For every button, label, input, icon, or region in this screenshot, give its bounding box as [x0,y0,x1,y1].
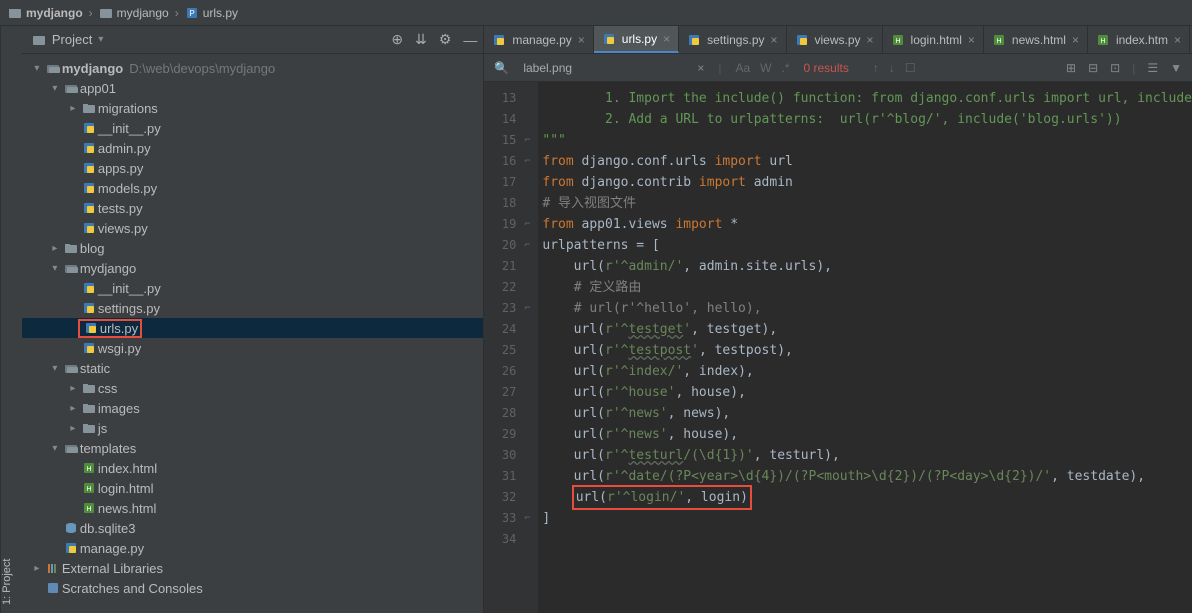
tree-row[interactable]: ▾mydjangoD:\web\devops\mydjango [22,58,484,78]
clear-search-icon[interactable]: × [697,61,704,75]
tree-row[interactable]: ▸migrations [22,98,484,118]
tool-window-stripe[interactable]: 1: Project [0,26,22,613]
tree-row[interactable]: settings.py [22,298,484,318]
select-all-icon[interactable]: ☐ [905,61,916,75]
breadcrumb-item[interactable]: mydjango [8,6,83,20]
close-icon[interactable]: × [1072,33,1079,47]
tree-row[interactable]: ▸blog [22,238,484,258]
gear-icon[interactable]: ⚙ [439,31,452,48]
search-input[interactable]: label.png [523,61,683,75]
fold-gutter[interactable]: ⌐⌐ ⌐⌐ ⌐ ⌐ [524,82,538,613]
hide-icon[interactable]: — [463,32,477,48]
tree-row[interactable]: wsgi.py [22,338,484,358]
tree-row[interactable]: Hindex.html [22,458,484,478]
editor-area: manage.py×urls.py×settings.py×views.py×H… [484,26,1192,613]
tree-row[interactable]: ▾templates [22,438,484,458]
tree-row[interactable]: ▸css [22,378,484,398]
svg-text:H: H [86,506,91,513]
editor-tab[interactable]: views.py× [787,26,883,53]
code-editor[interactable]: 1314151617181920212223242526272829303132… [484,82,1192,613]
editor-tab[interactable]: Hnews.html× [984,26,1088,53]
editor-tabs: manage.py×urls.py×settings.py×views.py×H… [484,26,1192,54]
tree-row[interactable]: ▸External Libraries [22,558,484,578]
tree-row[interactable]: __init__.py [22,278,484,298]
select-all-occurrences-icon[interactable]: ⊟ [1088,61,1098,75]
tree-row[interactable]: views.py [22,218,484,238]
tree-row[interactable]: ▾static [22,358,484,378]
search-icon: 🔍 [494,61,509,75]
tree-row[interactable]: Scratches and Consoles [22,578,484,598]
close-icon[interactable]: × [1174,33,1181,47]
tree-row[interactable]: ▸js [22,418,484,438]
tree-row[interactable]: ▸images [22,398,484,418]
svg-text:P: P [189,9,194,18]
project-panel: Project ▾ ⊕ ⇊ ⚙ — ▾mydjangoD:\web\devops… [22,26,485,613]
svg-text:H: H [86,466,91,473]
editor-tab[interactable]: settings.py× [679,26,786,53]
project-panel-title: Project [52,32,92,47]
dropdown-icon[interactable]: ▾ [98,34,103,45]
svg-text:H: H [895,38,900,45]
close-icon[interactable]: × [968,33,975,47]
breadcrumb: mydjango › mydjango › P urls.py [0,0,1192,26]
project-tree[interactable]: ▾mydjangoD:\web\devops\mydjango▾app01▸mi… [22,54,484,613]
tree-row[interactable]: urls.py [22,318,484,338]
match-case-toggle[interactable]: Aa [735,61,750,75]
tree-row[interactable]: Hlogin.html [22,478,484,498]
tree-row[interactable]: db.sqlite3 [22,518,484,538]
filter-icon[interactable]: ▼ [1170,61,1182,75]
tree-row[interactable]: admin.py [22,138,484,158]
toggle-occurrences-icon[interactable]: ⊡ [1110,61,1120,75]
add-selection-icon[interactable]: ⊞ [1066,61,1076,75]
next-match-icon[interactable]: ↓ [889,61,895,75]
svg-text:H: H [86,486,91,493]
breadcrumb-item[interactable]: P urls.py [185,6,238,20]
close-icon[interactable]: × [867,33,874,47]
project-icon [32,33,46,47]
regex-toggle[interactable]: .* [781,61,789,75]
svg-text:H: H [996,38,1001,45]
find-bar: 🔍 label.png × | Aa W .* 0 results ↑ ↓ ☐ … [484,54,1192,82]
scroll-target-icon[interactable]: ⊕ [391,31,403,48]
close-icon[interactable]: × [771,33,778,47]
collapse-icon[interactable]: ⇊ [415,31,427,48]
tree-row[interactable]: models.py [22,178,484,198]
editor-tab[interactable]: urls.py× [594,26,679,53]
close-icon[interactable]: × [663,32,670,46]
close-icon[interactable]: × [578,33,585,47]
editor-tab[interactable]: Hindex.htm× [1088,26,1190,53]
line-gutter: 1314151617181920212223242526272829303132… [484,82,524,613]
svg-text:H: H [1100,38,1105,45]
chevron-right-icon: › [175,6,179,20]
tree-row[interactable]: ▾app01 [22,78,484,98]
editor-tab[interactable]: Hlogin.html× [883,26,984,53]
code-content[interactable]: 1. Import the include() function: from d… [538,82,1192,613]
search-results-count: 0 results [804,61,849,75]
settings-icon[interactable]: ☰ [1147,61,1158,75]
prev-match-icon[interactable]: ↑ [873,61,879,75]
words-toggle[interactable]: W [760,61,771,75]
tree-row[interactable]: Hnews.html [22,498,484,518]
editor-tab[interactable]: manage.py× [484,26,593,53]
tree-row[interactable]: __init__.py [22,118,484,138]
chevron-right-icon: › [89,6,93,20]
breadcrumb-item[interactable]: mydjango [99,6,169,20]
tree-row[interactable]: tests.py [22,198,484,218]
project-panel-header: Project ▾ ⊕ ⇊ ⚙ — [22,26,484,54]
tree-row[interactable]: manage.py [22,538,484,558]
tree-row[interactable]: apps.py [22,158,484,178]
tree-row[interactable]: ▾mydjango [22,258,484,278]
